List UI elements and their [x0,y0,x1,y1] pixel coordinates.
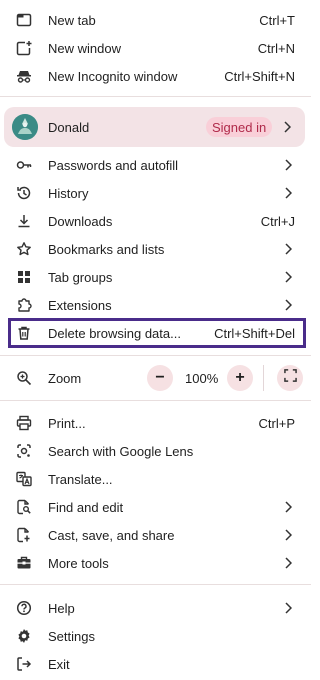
gear-icon [15,627,33,645]
menu-item-label: Zoom [48,370,82,386]
incognito-icon [15,67,33,85]
shortcut-text: Ctrl+N [257,40,295,56]
lens-icon [15,442,33,460]
zoom-icon [15,369,33,387]
shortcut-text: Ctrl+Shift+N [224,68,295,84]
menu-item-history[interactable]: History [0,179,311,207]
menu-item-find-and-edit[interactable]: Find and edit [0,493,311,521]
chevron-right-icon [283,271,293,283]
signed-in-badge: Signed in [206,117,273,137]
menu-item-bookmarks[interactable]: Bookmarks and lists [0,235,311,263]
translate-icon [15,470,33,488]
menu-item-label: Search with Google Lens [48,443,194,459]
menu-item-extensions[interactable]: Extensions [0,291,311,319]
fullscreen-button[interactable] [277,365,303,391]
chevron-right-icon [283,299,293,311]
star-icon [15,240,33,258]
new-window-icon [15,39,33,57]
menu-item-label: Bookmarks and lists [48,241,165,257]
chevron-right-icon [283,187,293,199]
chevron-right-icon [283,243,293,255]
menu-item-label: New tab [48,12,96,28]
menu-item-google-lens[interactable]: Search with Google Lens [0,437,311,465]
menu-item-help[interactable]: Help [0,594,311,622]
tab-groups-icon [15,268,33,286]
avatar [12,114,38,140]
menu-item-label: Find and edit [48,499,124,515]
menu-item-label: Translate... [48,471,113,487]
profile-name: Donald [48,120,90,135]
key-icon [15,156,33,174]
chevron-right-icon [283,602,293,614]
chevron-right-icon [283,159,293,171]
zoom-level: 100% [185,371,219,386]
plus-icon: + [235,369,245,386]
separator [0,355,311,356]
menu-item-new-incognito[interactable]: New Incognito window Ctrl+Shift+N [0,62,311,90]
shortcut-text: Ctrl+J [260,213,295,229]
menu-item-translate[interactable]: Translate... [0,465,311,493]
menu-item-label: Settings [48,628,95,644]
chevron-right-icon [283,557,293,569]
help-icon [15,599,33,617]
separator [0,400,311,401]
find-icon [15,498,33,516]
new-tab-icon [15,11,33,29]
menu-item-cast-save-share[interactable]: Cast, save, and share [0,521,311,549]
profile-row[interactable]: Donald Signed in [4,107,305,147]
divider [263,365,264,391]
chevron-right-icon [283,529,293,541]
minus-icon: − [155,369,165,386]
menu-item-label: Help [48,600,75,616]
cast-icon [15,526,33,544]
fullscreen-icon [283,369,297,387]
menu-item-label: Print... [48,415,86,431]
zoom-out-button[interactable]: − [147,365,173,391]
menu-item-downloads[interactable]: Downloads Ctrl+J [0,207,311,235]
zoom-in-button[interactable]: + [227,365,253,391]
print-icon [15,414,33,432]
menu-item-label: Downloads [48,213,113,229]
menu-item-exit[interactable]: Exit [0,650,311,678]
separator [0,584,311,585]
menu-item-more-tools[interactable]: More tools [0,549,311,577]
history-icon [15,184,33,202]
menu-item-new-window[interactable]: New window Ctrl+N [0,34,311,62]
shortcut-text: Ctrl+T [259,12,295,28]
highlight-box [8,318,306,348]
menu-item-label: Tab groups [48,269,113,285]
menu-item-print[interactable]: Print... Ctrl+P [0,409,311,437]
menu-item-label: Cast, save, and share [48,527,175,543]
toolbox-icon [15,554,33,572]
menu-item-tab-groups[interactable]: Tab groups [0,263,311,291]
download-icon [15,212,33,230]
chrome-menu: New tab Ctrl+T New window Ctrl+N New Inc… [0,0,311,680]
menu-item-label: New window [48,40,121,56]
exit-icon [15,655,33,673]
menu-item-settings[interactable]: Settings [0,622,311,650]
puzzle-icon [15,296,33,314]
menu-item-label: History [48,185,89,201]
chevron-right-icon [283,501,293,513]
menu-item-passwords[interactable]: Passwords and autofill [0,151,311,179]
separator [0,96,311,97]
menu-item-label: More tools [48,555,109,571]
menu-item-new-tab[interactable]: New tab Ctrl+T [0,6,311,34]
shortcut-text: Ctrl+P [258,415,295,431]
menu-item-label: New Incognito window [48,68,178,84]
menu-item-label: Passwords and autofill [48,157,179,173]
menu-item-label: Extensions [48,297,112,313]
menu-item-label: Exit [48,656,70,672]
chevron-right-icon [283,121,292,133]
